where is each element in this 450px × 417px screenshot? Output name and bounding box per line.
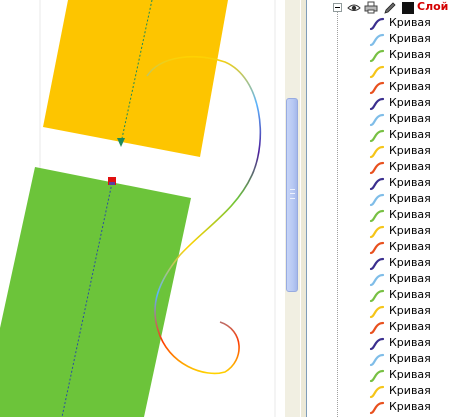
printer-icon[interactable] bbox=[364, 1, 378, 14]
curve-icon bbox=[369, 81, 385, 95]
curve-icon bbox=[369, 97, 385, 111]
curve-list-item[interactable]: Кривая bbox=[369, 288, 450, 304]
curve-item-label: Кривая bbox=[389, 144, 431, 157]
curve-item-label: Кривая bbox=[389, 272, 431, 285]
curve-list-item[interactable]: Кривая bbox=[369, 192, 450, 208]
curve-item-label: Кривая bbox=[389, 288, 431, 301]
curve-list-item[interactable]: Кривая bbox=[369, 336, 450, 352]
curve-icon bbox=[369, 385, 385, 399]
curve-icon bbox=[369, 257, 385, 271]
curve-item-label: Кривая bbox=[389, 384, 431, 397]
tree-connector bbox=[337, 12, 339, 417]
curve-icon bbox=[369, 369, 385, 383]
curve-item-label: Кривая bbox=[389, 32, 431, 45]
curve-item-label: Кривая bbox=[389, 176, 431, 189]
curve-list-item[interactable]: Кривая bbox=[369, 400, 450, 416]
curve-icon bbox=[369, 209, 385, 223]
curve-icon bbox=[369, 289, 385, 303]
curve-list-item[interactable]: Кривая bbox=[369, 368, 450, 384]
curve-item-label: Кривая bbox=[389, 112, 431, 125]
layer-name[interactable]: Слой 1 bbox=[417, 0, 450, 13]
curve-icon bbox=[369, 33, 385, 47]
curve-icon bbox=[369, 305, 385, 319]
layer-color-swatch[interactable] bbox=[402, 2, 414, 14]
curve-item-label: Кривая bbox=[389, 400, 431, 413]
curve-item-label: Кривая bbox=[389, 80, 431, 93]
pencil-icon[interactable] bbox=[383, 1, 397, 14]
curve-icon bbox=[369, 193, 385, 207]
scrollbar-grip-icon bbox=[290, 189, 295, 199]
curve-list-item[interactable]: Кривая bbox=[369, 384, 450, 400]
curve-item-label: Кривая bbox=[389, 128, 431, 141]
curve-icon bbox=[369, 17, 385, 31]
curve-icon bbox=[369, 177, 385, 191]
curve-item-label: Кривая bbox=[389, 192, 431, 205]
curve-icon bbox=[369, 113, 385, 127]
curve-icon bbox=[369, 321, 385, 335]
curve-list-item[interactable]: Кривая bbox=[369, 64, 450, 80]
curve-icon bbox=[369, 129, 385, 143]
eye-icon[interactable] bbox=[347, 1, 361, 14]
curve-icon bbox=[369, 65, 385, 79]
curve-item-label: Кривая bbox=[389, 64, 431, 77]
curve-item-label: Кривая bbox=[389, 240, 431, 253]
curve-list-item[interactable]: Кривая bbox=[369, 272, 450, 288]
curve-list-item[interactable]: Кривая bbox=[369, 80, 450, 96]
curve-icon bbox=[369, 145, 385, 159]
drawing-canvas[interactable] bbox=[0, 0, 285, 417]
curve-list-item[interactable]: Кривая bbox=[369, 32, 450, 48]
curve-icon bbox=[369, 49, 385, 63]
curve-list-item[interactable]: Кривая bbox=[369, 128, 450, 144]
curve-list-item[interactable]: Кривая bbox=[369, 96, 450, 112]
selection-handle-anchor bbox=[109, 182, 115, 185]
curve-item-label: Кривая bbox=[389, 48, 431, 61]
curve-icon bbox=[369, 161, 385, 175]
curve-icon bbox=[369, 225, 385, 239]
curve-list-item[interactable]: Кривая bbox=[369, 176, 450, 192]
curve-item-label: Кривая bbox=[389, 256, 431, 269]
curve-icon bbox=[369, 337, 385, 351]
green-rectangle[interactable] bbox=[0, 167, 191, 417]
vertical-scrollbar[interactable] bbox=[285, 0, 300, 417]
curve-item-label: Кривая bbox=[389, 304, 431, 317]
curve-icon bbox=[369, 241, 385, 255]
curve-list-item[interactable]: Кривая bbox=[369, 240, 450, 256]
rotation-arrow-icon[interactable] bbox=[117, 138, 125, 147]
layer-row[interactable]: Слой 1 bbox=[329, 0, 450, 15]
curve-item-label: Кривая bbox=[389, 368, 431, 381]
curve-list-item[interactable]: Кривая bbox=[369, 352, 450, 368]
scrollbar-thumb[interactable] bbox=[286, 98, 298, 292]
curve-item-label: Кривая bbox=[389, 352, 431, 365]
curve-list-item[interactable]: Кривая bbox=[369, 112, 450, 128]
canvas-drawing bbox=[0, 0, 276, 417]
curve-item-label: Кривая bbox=[389, 208, 431, 221]
curve-icon bbox=[369, 273, 385, 287]
curve-list-item[interactable]: Кривая bbox=[369, 48, 450, 64]
layers-panel: Слой 1 Кривая Кривая Кривая Кривая Кривая Кри… bbox=[306, 0, 450, 417]
curve-item-label: Кривая bbox=[389, 336, 431, 349]
curve-list-item[interactable]: Кривая bbox=[369, 320, 450, 336]
curve-list-item[interactable]: Кривая bbox=[369, 16, 450, 32]
curve-list-item[interactable]: Кривая bbox=[369, 160, 450, 176]
curve-item-label: Кривая bbox=[389, 16, 431, 29]
curve-icon bbox=[369, 401, 385, 415]
yellow-rectangle[interactable] bbox=[43, 0, 228, 157]
curve-list-item[interactable]: Кривая bbox=[369, 208, 450, 224]
curve-item-label: Кривая bbox=[389, 160, 431, 173]
collapse-icon[interactable] bbox=[333, 3, 342, 12]
curve-item-label: Кривая bbox=[389, 96, 431, 109]
curve-list-item[interactable]: Кривая bbox=[369, 304, 450, 320]
curve-list-item[interactable]: Кривая bbox=[369, 144, 450, 160]
curve-list-item[interactable]: Кривая bbox=[369, 224, 450, 240]
curve-item-label: Кривая bbox=[389, 320, 431, 333]
curve-item-label: Кривая bbox=[389, 224, 431, 237]
curve-list-item[interactable]: Кривая bbox=[369, 256, 450, 272]
curve-icon bbox=[369, 353, 385, 367]
